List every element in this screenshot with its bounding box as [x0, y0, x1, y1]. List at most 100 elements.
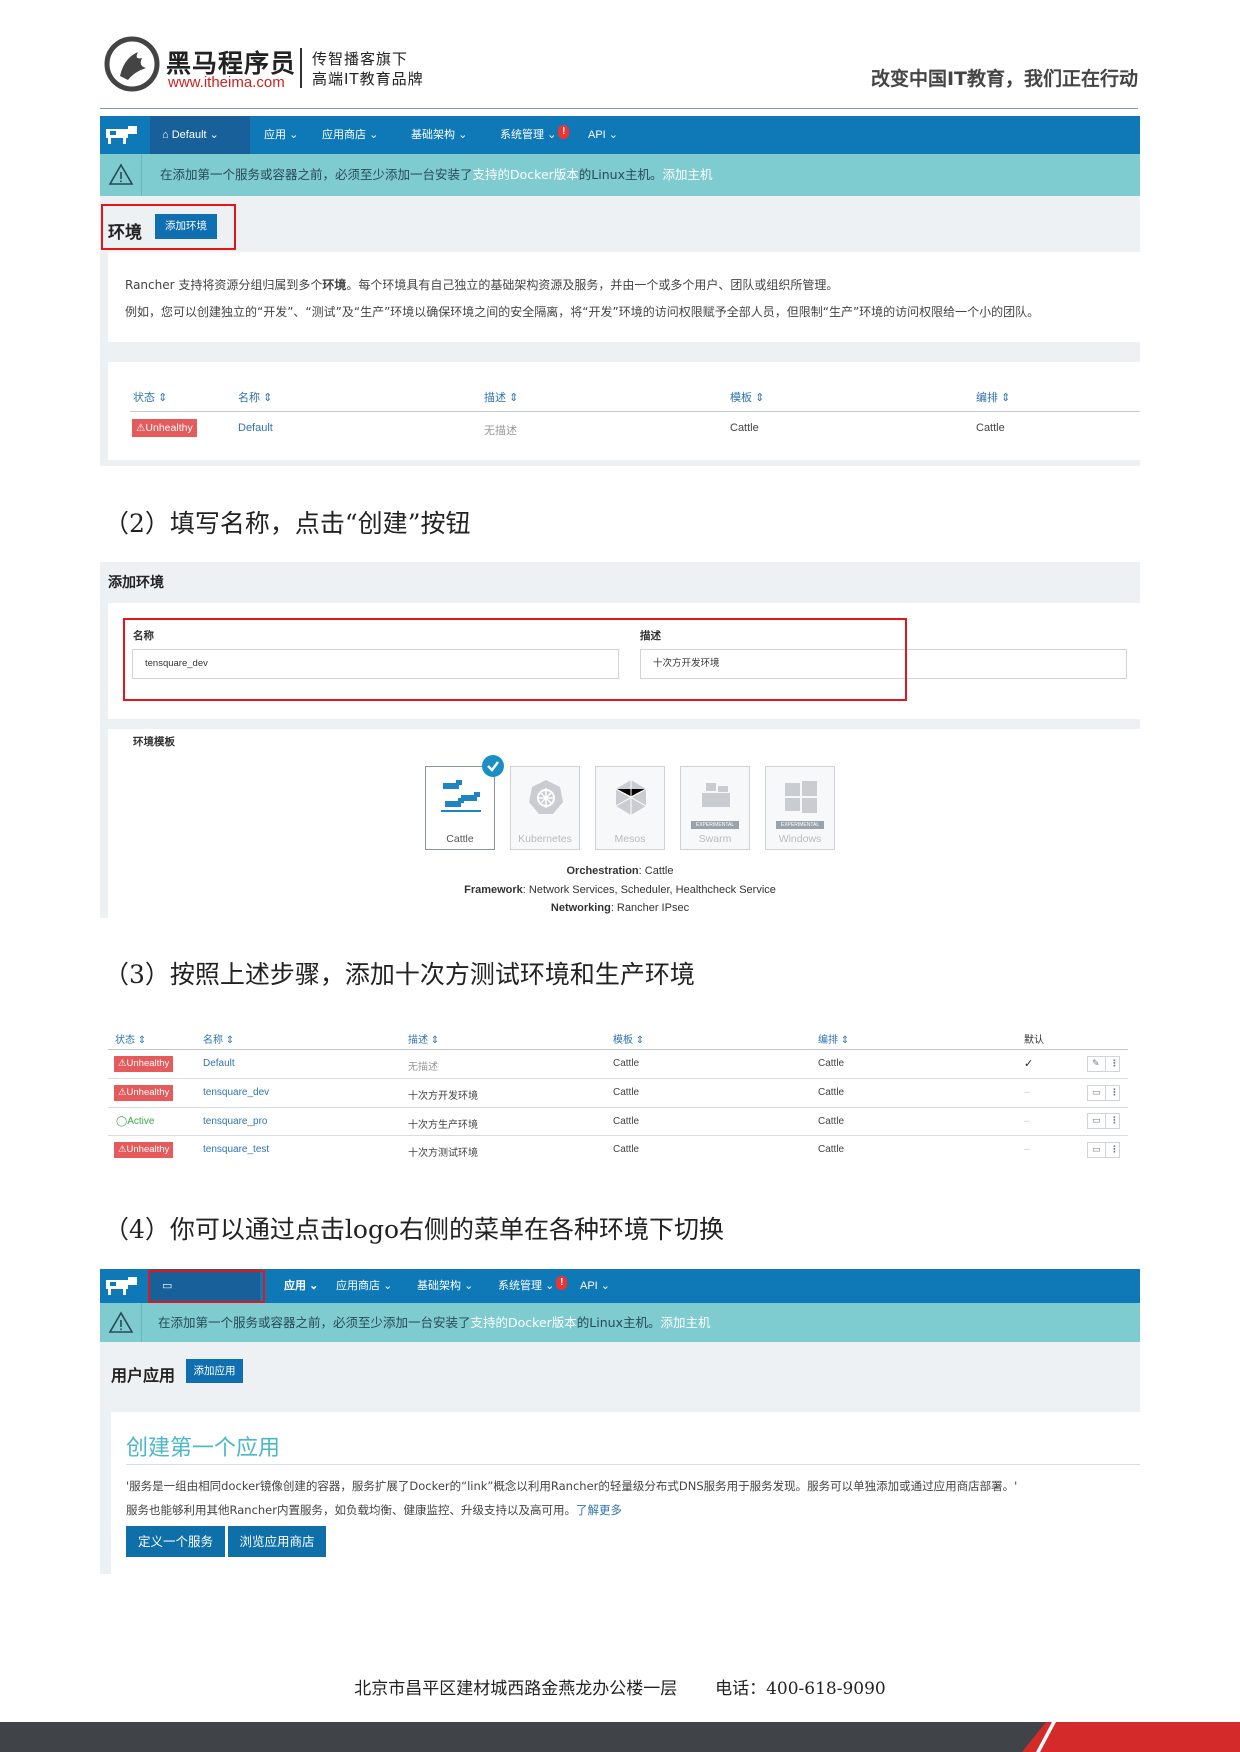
col-template[interactable]: 模板 ⇕	[730, 389, 764, 405]
panel-gap	[108, 719, 1140, 729]
row-actions[interactable]: ▭ ⋮	[1087, 1113, 1120, 1129]
nav-item-apps[interactable]: 应用 ⌄	[264, 116, 298, 154]
template-label-text: Swarm	[698, 833, 732, 845]
env-template-cell: Cattle	[730, 422, 759, 434]
env-name-link[interactable]: tensquare_pro	[203, 1116, 268, 1127]
switch-icon: ▭	[1092, 1088, 1101, 1098]
default-check-icon: ✓	[1024, 1058, 1034, 1070]
rancher-logo-icon[interactable]	[104, 124, 138, 146]
row-actions[interactable]: ▭ ⋮	[1087, 1142, 1120, 1158]
col-template[interactable]: 模板 ⇕	[613, 1031, 644, 1046]
rancher-logo-icon[interactable]	[104, 1275, 138, 1297]
nav-item-admin[interactable]: 系统管理 ⌄!	[500, 116, 570, 154]
more-icon: ⋮	[1110, 1145, 1119, 1155]
step-3-caption: （3）按照上述步骤，添加十次方测试环境和生产环境	[104, 960, 695, 989]
col-orchestration[interactable]: 编排 ⇕	[818, 1031, 849, 1046]
template-windows[interactable]: EXPERIMENTAL Windows	[765, 766, 835, 850]
home-icon: ⌂	[162, 129, 169, 141]
env-template-cell: Cattle	[613, 1116, 640, 1127]
host-warning-banner: 在添加第一个服务或容器之前，必须至少添加一台安装了支持的Docker版本的Lin…	[100, 154, 1140, 196]
banner-text: 的Linux主机。	[578, 167, 663, 182]
col-name[interactable]: 名称 ⇕	[203, 1031, 234, 1046]
template-cattle[interactable]: Cattle	[425, 766, 495, 850]
banner-text: 在添加第一个服务或容器之前，必须至少添加一台安装了	[160, 167, 473, 182]
row-actions[interactable]: ▭ ⋮	[1087, 1085, 1120, 1101]
sort-icon: ⇕	[158, 392, 168, 404]
browse-catalog-button[interactable]: 浏览应用商店	[228, 1526, 326, 1557]
env-desc-cell: 十次方测试环境	[408, 1148, 478, 1159]
template-swarm[interactable]: EXPERIMENTAL Swarm	[680, 766, 750, 850]
nav-item-catalog[interactable]: 应用商店 ⌄	[336, 1269, 392, 1303]
env-desc-cell: 十次方开发环境	[408, 1091, 478, 1102]
col-status[interactable]: 状态 ⇕	[133, 389, 167, 405]
col-status[interactable]: 状态 ⇕	[115, 1031, 146, 1046]
env-orch-cell: Cattle	[818, 1144, 845, 1155]
status-badge: ◯Active	[116, 1116, 155, 1127]
env-orch-cell: Cattle	[818, 1058, 845, 1069]
sort-icon: ⇕	[509, 392, 519, 404]
env-desc-cell: 无描述	[484, 425, 517, 437]
nav-item-label: 系统管理	[500, 129, 544, 141]
env-name-link[interactable]: Default	[238, 422, 273, 434]
chevron-down-icon: ⌄	[547, 129, 557, 141]
nav-item-label: 基础架构	[411, 129, 455, 141]
nav-item-infrastructure[interactable]: 基础架构 ⌄	[411, 116, 467, 154]
template-kubernetes[interactable]: Kubernetes	[510, 766, 580, 850]
nav-item-api[interactable]: API ⌄	[580, 1269, 610, 1303]
nav-item-label: 应用	[284, 1280, 306, 1292]
docker-version-link[interactable]: 支持的Docker版本	[471, 1315, 577, 1330]
slogan: 改变中国IT教育，我们正在行动	[870, 68, 1138, 90]
chevron-down-icon: ⌄	[209, 129, 219, 141]
env-name-link[interactable]: tensquare_dev	[203, 1087, 269, 1098]
env-description-panel	[108, 252, 1140, 342]
env-name-link[interactable]: tensquare_test	[203, 1144, 269, 1155]
rancher-nav-bar: ⌂ Default ⌄ 应用 ⌄ 应用商店 ⌄ 基础架构 ⌄ 系统管理 ⌄! A…	[100, 116, 1140, 154]
nav-item-admin[interactable]: 系统管理 ⌄!	[498, 1269, 568, 1303]
highlight-box	[148, 1270, 265, 1303]
add-host-link[interactable]: 添加主机	[660, 1315, 710, 1330]
status-badge: ⚠Unhealthy	[114, 1085, 174, 1101]
card-rule	[126, 1464, 1140, 1465]
env-switcher[interactable]: ⌂ Default ⌄	[150, 116, 250, 154]
apps-title: 用户应用	[111, 1366, 176, 1385]
switch-icon: ▭	[1092, 1116, 1101, 1126]
default-cell: –	[1024, 1087, 1030, 1098]
step-4-caption: （4）你可以通过点击logo右侧的菜单在各种环境下切换	[104, 1215, 725, 1244]
nav-item-catalog[interactable]: 应用商店 ⌄	[322, 116, 378, 154]
template-mesos[interactable]: Mesos	[595, 766, 665, 850]
row-rule	[108, 1078, 1128, 1079]
highlight-box	[101, 204, 236, 250]
col-name[interactable]: 名称 ⇕	[238, 389, 272, 405]
highlight-box	[123, 618, 907, 701]
chevron-down-icon: ⌄	[608, 129, 619, 141]
env-template-cell: Cattle	[613, 1087, 640, 1098]
default-cell: –	[1024, 1144, 1030, 1155]
col-orchestration[interactable]: 编排 ⇕	[976, 389, 1010, 405]
nav-item-apps[interactable]: 应用 ⌄	[284, 1269, 318, 1303]
learn-more-link[interactable]: 了解更多	[576, 1503, 622, 1517]
define-service-button[interactable]: 定义一个服务	[126, 1526, 225, 1557]
add-host-link[interactable]: 添加主机	[662, 167, 712, 182]
chevron-down-icon: ⌄	[545, 1280, 555, 1292]
nav-item-infrastructure[interactable]: 基础架构 ⌄	[417, 1269, 473, 1303]
chevron-down-icon: ⌄	[289, 129, 299, 141]
footer-red-stripe	[1022, 1722, 1240, 1752]
nav-item-label: API	[588, 129, 606, 141]
meta-orchestration: Orchestration: Cattle	[566, 865, 674, 877]
sort-icon: ⇕	[840, 1035, 850, 1046]
env-name-link[interactable]: Default	[203, 1058, 235, 1069]
host-warning-banner: 在添加第一个服务或容器之前，必须至少添加一台安装了支持的Docker版本的Lin…	[100, 1303, 1140, 1342]
row-actions[interactable]: ✎ ⋮	[1087, 1056, 1120, 1072]
docker-version-link[interactable]: 支持的Docker版本	[473, 167, 579, 182]
meta-framework: Framework: Network Services, Scheduler, …	[464, 884, 776, 896]
template-label-text: Kubernetes	[518, 833, 572, 845]
chevron-down-icon: ⌄	[600, 1280, 611, 1292]
col-desc[interactable]: 描述 ⇕	[408, 1031, 439, 1046]
col-desc[interactable]: 描述 ⇕	[484, 389, 518, 405]
add-app-button[interactable]: 添加应用	[186, 1359, 243, 1383]
add-env-title: 添加环境	[108, 575, 164, 591]
env-desc-line2: 例如，您可以创建独立的“开发”、“测试”及“生产”环境以确保环境之间的安全隔离，…	[125, 305, 1040, 319]
nav-item-api[interactable]: API ⌄	[588, 116, 618, 154]
banner-text: 在添加第一个服务或容器之前，必须至少添加一台安装了	[158, 1315, 471, 1330]
warning-icon: ⚠	[118, 1087, 127, 1098]
